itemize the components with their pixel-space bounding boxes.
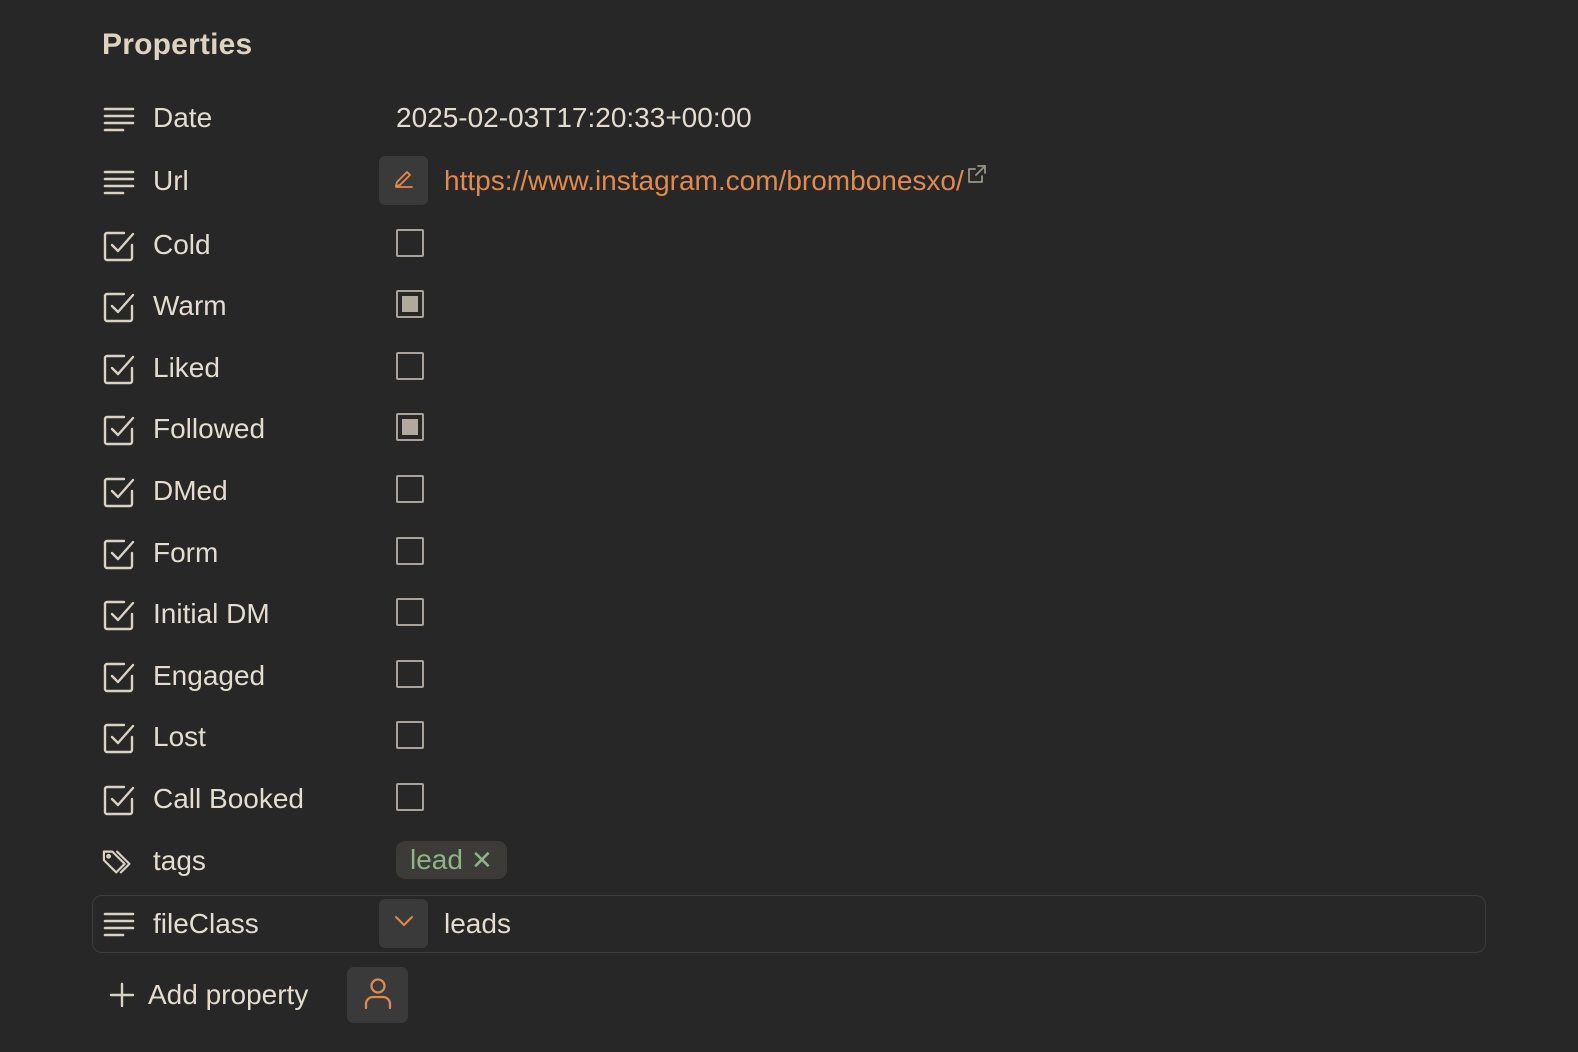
person-icon xyxy=(363,976,393,1015)
checkbox-liked[interactable] xyxy=(396,352,424,380)
checkbox-icon xyxy=(102,537,136,571)
property-key-dmed[interactable]: DMed xyxy=(153,462,228,520)
property-key-cold[interactable]: Cold xyxy=(153,216,211,274)
add-property-label[interactable]: Add property xyxy=(148,979,308,1011)
property-row-initial-dm: Initial DM xyxy=(92,585,1486,643)
property-row-lost: Lost xyxy=(92,708,1486,766)
property-row-form: Form xyxy=(92,524,1486,582)
property-row-fileclass: fileClass leads xyxy=(92,895,1486,953)
checkbox-icon xyxy=(102,475,136,509)
plus-icon xyxy=(104,977,140,1013)
property-value-fileclass[interactable]: leads xyxy=(444,895,511,953)
property-row-liked: Liked xyxy=(92,339,1486,397)
fileclass-dropdown-button[interactable] xyxy=(379,899,428,948)
property-row-url: Url https://www.instagram.com/brombonesx… xyxy=(92,152,1486,210)
checkbox-lost[interactable] xyxy=(396,721,424,749)
property-row-dmed: DMed xyxy=(92,462,1486,520)
properties-heading: Properties xyxy=(102,28,253,61)
property-key-initial-dm[interactable]: Initial DM xyxy=(153,585,270,643)
checkbox-form[interactable] xyxy=(396,537,424,565)
property-key-tags[interactable]: tags xyxy=(153,832,206,890)
checkbox-icon xyxy=(102,352,136,386)
remove-tag-icon[interactable]: ✕ xyxy=(471,847,493,873)
person-button[interactable] xyxy=(347,967,408,1023)
tag-pill-lead[interactable]: lead ✕ xyxy=(396,841,507,879)
checkbox-icon xyxy=(102,598,136,632)
tags-icon xyxy=(102,845,136,879)
checkbox-cold[interactable] xyxy=(396,229,424,257)
chevron-down-icon xyxy=(393,914,415,933)
lines-icon xyxy=(102,165,136,199)
property-key-warm[interactable]: Warm xyxy=(153,277,227,335)
property-row-cold: Cold xyxy=(92,216,1486,274)
checkbox-initial-dm[interactable] xyxy=(396,598,424,626)
property-row-call-booked: Call Booked xyxy=(92,770,1486,828)
property-key-liked[interactable]: Liked xyxy=(153,339,220,397)
lines-icon xyxy=(102,102,136,136)
property-key-followed[interactable]: Followed xyxy=(153,400,265,458)
add-property-button[interactable]: Add property xyxy=(104,966,308,1024)
lines-icon xyxy=(102,907,136,941)
checkbox-engaged[interactable] xyxy=(396,660,424,688)
checkbox-icon xyxy=(102,290,136,324)
properties-panel: Properties Date 2025-02-03T17:20:33+00:0… xyxy=(0,0,1578,1052)
checkbox-icon xyxy=(102,783,136,817)
checkbox-icon xyxy=(102,721,136,755)
property-key-lost[interactable]: Lost xyxy=(153,708,206,766)
property-value-date[interactable]: 2025-02-03T17:20:33+00:00 xyxy=(396,89,752,147)
checkbox-call-booked[interactable] xyxy=(396,783,424,811)
property-row-engaged: Engaged xyxy=(92,647,1486,705)
property-key-engaged[interactable]: Engaged xyxy=(153,647,265,705)
checkbox-warm[interactable] xyxy=(396,290,424,318)
pencil-icon xyxy=(393,167,415,194)
checkbox-icon xyxy=(102,229,136,263)
checkbox-icon xyxy=(102,413,136,447)
property-row-tags: tags lead ✕ xyxy=(92,832,1486,890)
checkbox-followed[interactable] xyxy=(396,413,424,441)
external-link-icon[interactable] xyxy=(966,147,988,205)
property-key-call-booked[interactable]: Call Booked xyxy=(153,770,304,828)
property-row-warm: Warm xyxy=(92,277,1486,335)
property-key-fileclass[interactable]: fileClass xyxy=(153,895,259,953)
property-key-url[interactable]: Url xyxy=(153,152,189,210)
property-key-form[interactable]: Form xyxy=(153,524,218,582)
checkbox-icon xyxy=(102,660,136,694)
property-row-followed: Followed xyxy=(92,400,1486,458)
edit-url-button[interactable] xyxy=(379,156,428,205)
property-row-date: Date 2025-02-03T17:20:33+00:00 xyxy=(92,89,1486,147)
url-link[interactable]: https://www.instagram.com/brombonesxo/ xyxy=(444,152,988,210)
checkbox-dmed[interactable] xyxy=(396,475,424,503)
tag-label[interactable]: lead xyxy=(410,844,463,876)
property-key-date[interactable]: Date xyxy=(153,89,212,147)
